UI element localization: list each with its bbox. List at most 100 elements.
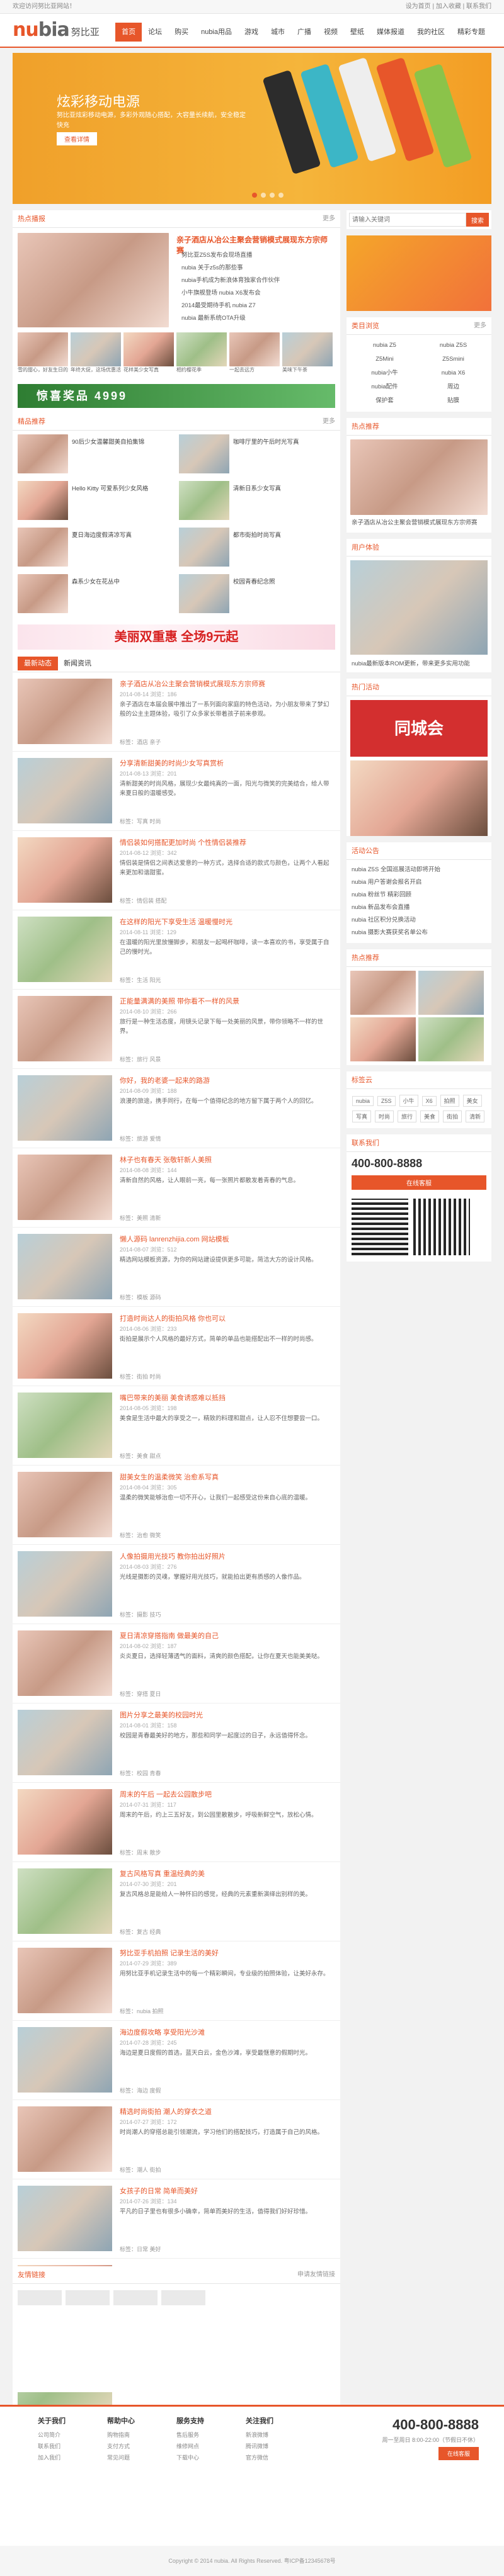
category-item[interactable]: nubia X6 [419,366,488,380]
category-item[interactable]: nubia Z5 [350,339,419,353]
article-tags[interactable]: 标签：复古 经典 [120,1928,161,1936]
hot-list-item[interactable]: nubia 关于z5s的那些事 [176,262,334,274]
hot-thumb[interactable]: 一起去远方 [229,332,280,373]
article-title[interactable]: 情侣装如何搭配更加时尚 个性情侣装推荐 [120,837,328,847]
article-image[interactable] [18,679,112,744]
article-tags[interactable]: 标签：生活 阳光 [120,976,161,984]
rec-item[interactable]: 90后少女温馨甜美自拍集锦 [18,434,174,473]
article-tags[interactable]: 标签：酒店 亲子 [120,738,161,746]
article-title[interactable]: 周末的午后 一起去公园散步吧 [120,1789,328,1799]
nav-item[interactable]: 视频 [318,23,344,42]
tab-latest[interactable]: 最新动态 [18,657,58,670]
article-tags[interactable]: 标签：情侣装 搭配 [120,896,167,905]
article-tags[interactable]: 标签：nubia 拍照 [120,2007,164,2015]
article-image[interactable] [18,758,112,823]
article-tags[interactable]: 标签：美照 清新 [120,1214,161,1222]
tag-item[interactable]: 清新 [466,1110,485,1122]
nav-item[interactable]: 广播 [291,23,318,42]
article-tags[interactable]: 标签：写真 时尚 [120,817,161,825]
announcement-item[interactable]: nubia 摄影大赛获奖名单公布 [346,927,491,939]
category-item[interactable]: Z5Mini [350,353,419,366]
footer-service-button[interactable]: 在线客服 [438,2447,479,2460]
article-image[interactable] [18,1551,112,1617]
tag-item[interactable]: 美女 [462,1095,482,1107]
partner-logo[interactable] [161,2290,205,2305]
article-title[interactable]: 努比亚手机拍照 记录生活的美好 [120,1948,328,1958]
category-item[interactable]: nubia Z5S [419,339,488,353]
article-title[interactable]: 海边度假攻略 享受阳光沙滩 [120,2027,328,2037]
article-tags[interactable]: 标签：美食 甜点 [120,1452,161,1460]
tag-item[interactable]: X6 [421,1096,437,1106]
article-tags[interactable]: 标签：校园 青春 [120,1769,161,1777]
article-title[interactable]: 甜美女生的温柔微笑 治愈系写真 [120,1472,328,1482]
nav-item[interactable]: 我的社区 [411,23,451,42]
tag-item[interactable]: nubia [352,1096,374,1106]
tag-item[interactable]: 拍照 [440,1095,459,1107]
category-item[interactable]: nubia配件 [350,380,419,394]
hot-thumb[interactable]: 相约樱花季 [176,332,227,373]
nav-item[interactable]: 城市 [265,23,291,42]
hot-thumb[interactable]: 年终大促，这场优惠活动值得关注 [71,332,121,373]
hot-rec-image[interactable] [350,439,488,515]
article-image[interactable] [18,1075,112,1141]
article-tags[interactable]: 标签：模板 源码 [120,1293,161,1301]
article-tags[interactable]: 标签：潮人 街拍 [120,2166,161,2174]
article-image[interactable] [18,2186,112,2251]
hot-main-image[interactable] [18,233,169,327]
tag-item[interactable]: 时尚 [375,1110,394,1122]
photo-thumb[interactable] [350,971,416,1015]
hot-list-item[interactable]: 2014最受期待手机 nubia Z7 [176,300,334,312]
tag-item[interactable]: 写真 [352,1110,372,1122]
article-tags[interactable]: 标签：穿搭 夏日 [120,1690,161,1698]
experience-caption[interactable]: nubia最新版本ROM更新，带来更多实用功能 [346,658,491,672]
article-title[interactable]: 夏日清凉穿搭指南 做最美的自己 [120,1630,328,1641]
promo-banner-pink[interactable]: 美丽双重惠 全场9元起 [18,624,335,650]
sidebar-promo[interactable] [346,235,491,311]
footer-link[interactable]: 维修网点 [176,2441,233,2452]
more-link[interactable]: 更多 [323,210,335,228]
announcement-item[interactable]: nubia 用户答谢会报名开启 [346,876,491,889]
article-image[interactable] [18,1313,112,1379]
footer-link[interactable]: 常见问题 [107,2452,164,2463]
partner-logo[interactable] [66,2290,110,2305]
tab-news[interactable]: 新闻资讯 [64,660,91,667]
city-image[interactable] [350,760,488,836]
nav-item[interactable]: 精彩专题 [451,23,491,42]
article-tags[interactable]: 标签：旅游 爱情 [120,1134,161,1143]
footer-link[interactable]: 加入我们 [38,2452,94,2463]
article-tags[interactable]: 标签：周末 散步 [120,1848,161,1856]
article-image[interactable] [18,1710,112,1775]
article-image[interactable] [18,1234,112,1299]
photo-thumb[interactable] [418,971,484,1015]
article-title[interactable]: 人像拍摄用光技巧 教你拍出好照片 [120,1551,328,1561]
announcement-item[interactable]: nubia 新品发布会直播 [346,901,491,914]
footer-link[interactable]: 新浪微博 [246,2429,302,2441]
article-title[interactable]: 你好，我的老婆一起来的路游 [120,1075,328,1085]
top-links[interactable]: 设为首页 | 加入收藏 | 联系我们 [406,0,491,14]
rec-item[interactable]: Hello Kitty 可爱系列少女风格 [18,481,174,520]
nav-item[interactable]: 论坛 [142,23,168,42]
article-title[interactable]: 复古风格写真 重温经典的美 [120,1868,328,1878]
tag-item[interactable]: 美食 [420,1110,440,1122]
footer-link[interactable]: 联系我们 [38,2441,94,2452]
hot-thumb[interactable]: 花样美少女写真 [123,332,174,373]
footer-link[interactable]: 购物指南 [107,2429,164,2441]
footer-link[interactable]: 公司简介 [38,2429,94,2441]
article-image[interactable] [18,1630,112,1696]
article-tags[interactable]: 标签：街拍 时尚 [120,1372,161,1381]
article-image[interactable] [18,1789,112,1855]
rec-item[interactable]: 清新日系少女写真 [179,481,335,520]
article-title[interactable]: 林子也有春天 张敬轩新人美照 [120,1155,328,1165]
hot-list-item[interactable]: 努比亚Z5S发布会现场直播 [176,249,334,262]
nav-item[interactable]: 媒体报道 [370,23,411,42]
announcement-item[interactable]: nubia 粉丝节 精彩回顾 [346,889,491,901]
article-image[interactable] [18,1155,112,1220]
article-tags[interactable]: 标签：日常 美好 [120,2245,161,2253]
more-link[interactable]: 更多 [474,317,486,335]
category-item[interactable]: 贴膜 [419,394,488,408]
apply-link[interactable]: 申请友情链接 [297,2266,335,2284]
tag-item[interactable]: Z5S [377,1096,396,1106]
category-item[interactable]: Z5Smini [419,353,488,366]
article-title[interactable]: 在这样的阳光下享受生活 温暖慢时光 [120,917,328,927]
tag-item[interactable]: 街拍 [443,1110,462,1122]
